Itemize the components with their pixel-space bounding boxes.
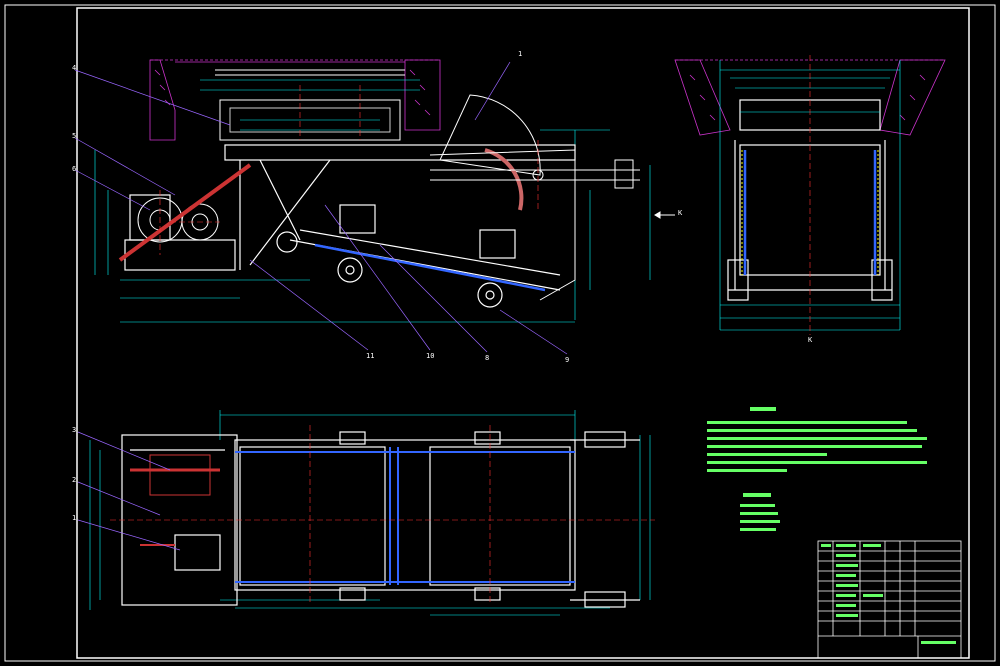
side-view (74, 59, 675, 355)
sheet-inner-border (76, 7, 970, 659)
plan-drive (130, 454, 220, 546)
plan-belt (235, 447, 575, 585)
title-block (817, 540, 962, 659)
view-arrow (654, 211, 675, 219)
part-number-8: 8 (485, 354, 490, 362)
side-leaders (74, 61, 568, 355)
part-number-5: 5 (72, 132, 77, 140)
drive-unit (118, 163, 252, 262)
title-block-fills (821, 544, 956, 644)
plan-part-number-3: 3 (72, 426, 77, 434)
part-number-4: 4 (72, 64, 77, 72)
plan-part-number-1: 1 (72, 514, 77, 522)
view-arrow-label: K (678, 209, 683, 217)
plan-frame (121, 431, 640, 608)
part-number-6: 6 (72, 165, 77, 173)
end-view (674, 55, 946, 335)
feeder-trough (276, 204, 561, 308)
sector-gate (429, 94, 640, 301)
plan-part-number-2: 2 (72, 476, 77, 484)
end-view-label: K (808, 336, 813, 344)
plan-dimensions (89, 410, 651, 616)
part-number-11: 11 (366, 352, 375, 360)
technical-notes (707, 407, 927, 531)
hopper (215, 69, 405, 141)
plan-view (77, 410, 655, 616)
side-dimensions (94, 79, 651, 323)
cad-drawing-sheet (4, 4, 996, 662)
part-number-10: 10 (426, 352, 435, 360)
part-number-9: 9 (565, 356, 570, 364)
part-number-1: 1 (518, 50, 523, 58)
